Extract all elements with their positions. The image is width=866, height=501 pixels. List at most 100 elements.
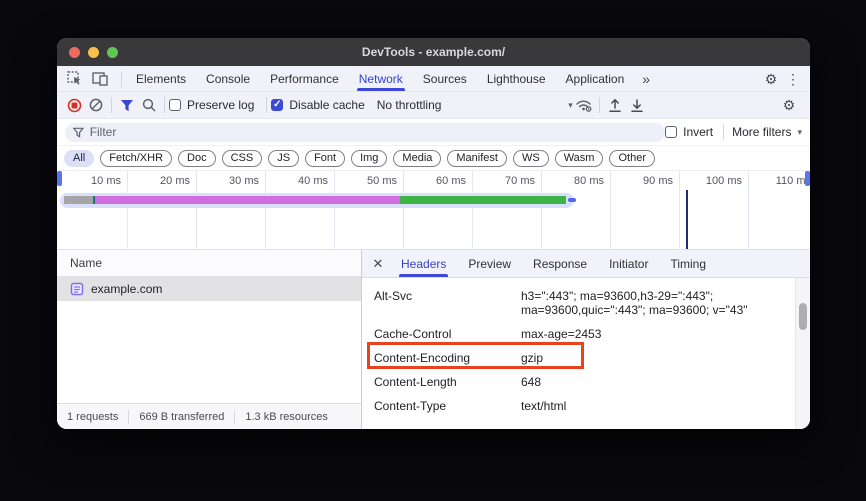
dropdown-caret-icon: ▾ [797, 127, 802, 138]
timeline-tick-label: 50 ms [334, 175, 397, 187]
chip-fetch-xhr[interactable]: Fetch/XHR [100, 150, 172, 167]
har-export-icon[interactable] [604, 95, 626, 115]
header-value: 648 [521, 375, 541, 389]
filter-funnel-icon[interactable] [116, 95, 138, 115]
timeline-tick-label: 80 ms [541, 175, 604, 187]
traffic-lights [69, 38, 118, 66]
scrollbar-thumb[interactable] [799, 303, 807, 330]
chip-img[interactable]: Img [351, 150, 387, 167]
device-toolbar-icon[interactable] [89, 69, 111, 89]
waterfall-end-tick [568, 198, 576, 202]
timeline-tick-label: 90 ms [610, 175, 673, 187]
devtools-window: DevTools - example.com/ Elements Console… [57, 38, 810, 429]
header-value: max-age=2453 [521, 327, 601, 341]
timeline-tick-label: 100 ms [679, 175, 742, 187]
chip-all[interactable]: All [64, 150, 94, 167]
table-row[interactable]: example.com [57, 277, 361, 301]
details-tab-preview[interactable]: Preview [457, 250, 522, 277]
clear-network-log-icon[interactable] [85, 95, 107, 115]
chip-css[interactable]: CSS [222, 150, 263, 167]
name-column-label: Name [70, 256, 102, 270]
network-toolbar: Preserve log Disable cache No throttling… [57, 92, 810, 119]
divider [599, 97, 600, 113]
overview-right-handle[interactable] [805, 171, 810, 186]
filter-input-container [65, 123, 665, 142]
waterfall-download-segment [400, 196, 566, 204]
header-name: Content-Encoding [374, 351, 521, 365]
network-overview-timeline[interactable]: 10 ms 20 ms 30 ms 40 ms 50 ms 60 ms 70 m… [57, 171, 810, 250]
network-conditions-icon[interactable] [573, 95, 595, 115]
search-icon[interactable] [138, 95, 160, 115]
chip-font[interactable]: Font [305, 150, 345, 167]
network-main-area: Name example.com 1 requests 669 B transf… [57, 250, 810, 429]
header-row-content-type: Content-Type text/html [374, 394, 795, 418]
tab-console[interactable]: Console [196, 66, 260, 91]
throttling-select[interactable]: No throttling ▾ [377, 98, 573, 112]
waterfall-queueing-segment [64, 196, 93, 204]
close-window-button[interactable] [69, 47, 80, 58]
throttling-value: No throttling [377, 98, 442, 112]
details-tab-timing[interactable]: Timing [659, 250, 717, 277]
preserve-log-checkbox[interactable] [169, 99, 181, 111]
chip-wasm[interactable]: Wasm [555, 150, 604, 167]
header-name: Cache-Control [374, 327, 521, 341]
settings-gear-icon[interactable]: ⚙ [760, 69, 782, 89]
overview-left-handle[interactable] [57, 171, 62, 186]
more-filters-button[interactable]: More filters ▾ [732, 125, 802, 139]
details-tab-response[interactable]: Response [522, 250, 598, 277]
header-name: Alt-Svc [374, 289, 521, 303]
transferred-size: 669 B transferred [129, 410, 235, 424]
divider [111, 97, 112, 113]
chip-js[interactable]: JS [268, 150, 299, 167]
tab-application[interactable]: Application [556, 66, 635, 91]
preserve-log-label: Preserve log [187, 98, 254, 112]
tab-lighthouse[interactable]: Lighthouse [477, 66, 556, 91]
inspect-element-icon[interactable] [63, 69, 85, 89]
har-import-icon[interactable] [626, 95, 648, 115]
more-tabs-icon[interactable]: » [634, 66, 658, 91]
panel-tabs: Elements Console Performance Network Sou… [126, 66, 658, 91]
name-column-header[interactable]: Name [57, 250, 361, 277]
header-value: gzip [521, 351, 543, 365]
tab-elements[interactable]: Elements [126, 66, 196, 91]
timeline-tick-label: 10 ms [58, 175, 121, 187]
header-name: Content-Type [374, 399, 521, 413]
chip-media[interactable]: Media [393, 150, 441, 167]
divider [723, 124, 724, 140]
details-tab-initiator[interactable]: Initiator [598, 250, 659, 277]
timeline-tick-label: 30 ms [196, 175, 259, 187]
header-row-alt-svc: Alt-Svc h3=":443"; ma=93600,h3-29=":443"… [374, 284, 795, 322]
kebab-menu-icon[interactable]: ⋮ [782, 69, 804, 89]
title-bar: DevTools - example.com/ [57, 38, 810, 66]
chip-doc[interactable]: Doc [178, 150, 216, 167]
devtools-tab-bar: Elements Console Performance Network Sou… [57, 66, 810, 92]
chip-manifest[interactable]: Manifest [447, 150, 507, 167]
filter-input[interactable] [90, 125, 657, 139]
record-network-log-icon[interactable] [63, 95, 85, 115]
details-scrollbar[interactable] [795, 278, 810, 429]
network-summary-bar: 1 requests 669 B transferred 1.3 kB reso… [57, 403, 361, 429]
tab-network[interactable]: Network [349, 66, 413, 91]
filter-row: Invert More filters ▾ [57, 119, 810, 146]
minimize-window-button[interactable] [88, 47, 99, 58]
invert-label: Invert [683, 125, 713, 139]
chip-ws[interactable]: WS [513, 150, 549, 167]
close-details-icon[interactable]: ✕ [366, 252, 390, 276]
network-settings-gear-icon[interactable]: ⚙ [778, 95, 800, 115]
waterfall-waiting-segment [95, 196, 400, 204]
chip-other[interactable]: Other [609, 150, 655, 167]
waterfall-bar[interactable] [64, 196, 566, 204]
invert-checkbox[interactable] [665, 126, 677, 138]
tab-performance[interactable]: Performance [260, 66, 349, 91]
network-settings: ⚙ [778, 95, 804, 115]
disable-cache-checkbox[interactable] [271, 99, 283, 111]
zoom-window-button[interactable] [107, 47, 118, 58]
header-name: Content-Length [374, 375, 521, 389]
header-row-content-encoding: Content-Encoding gzip [374, 346, 795, 370]
tab-sources[interactable]: Sources [413, 66, 477, 91]
details-tab-headers[interactable]: Headers [390, 250, 457, 277]
timeline-tick-label: 110 ms [748, 175, 810, 187]
details-tab-strip: ✕ Headers Preview Response Initiator Tim… [362, 250, 810, 278]
divider [121, 71, 122, 87]
window-title: DevTools - example.com/ [362, 45, 505, 59]
